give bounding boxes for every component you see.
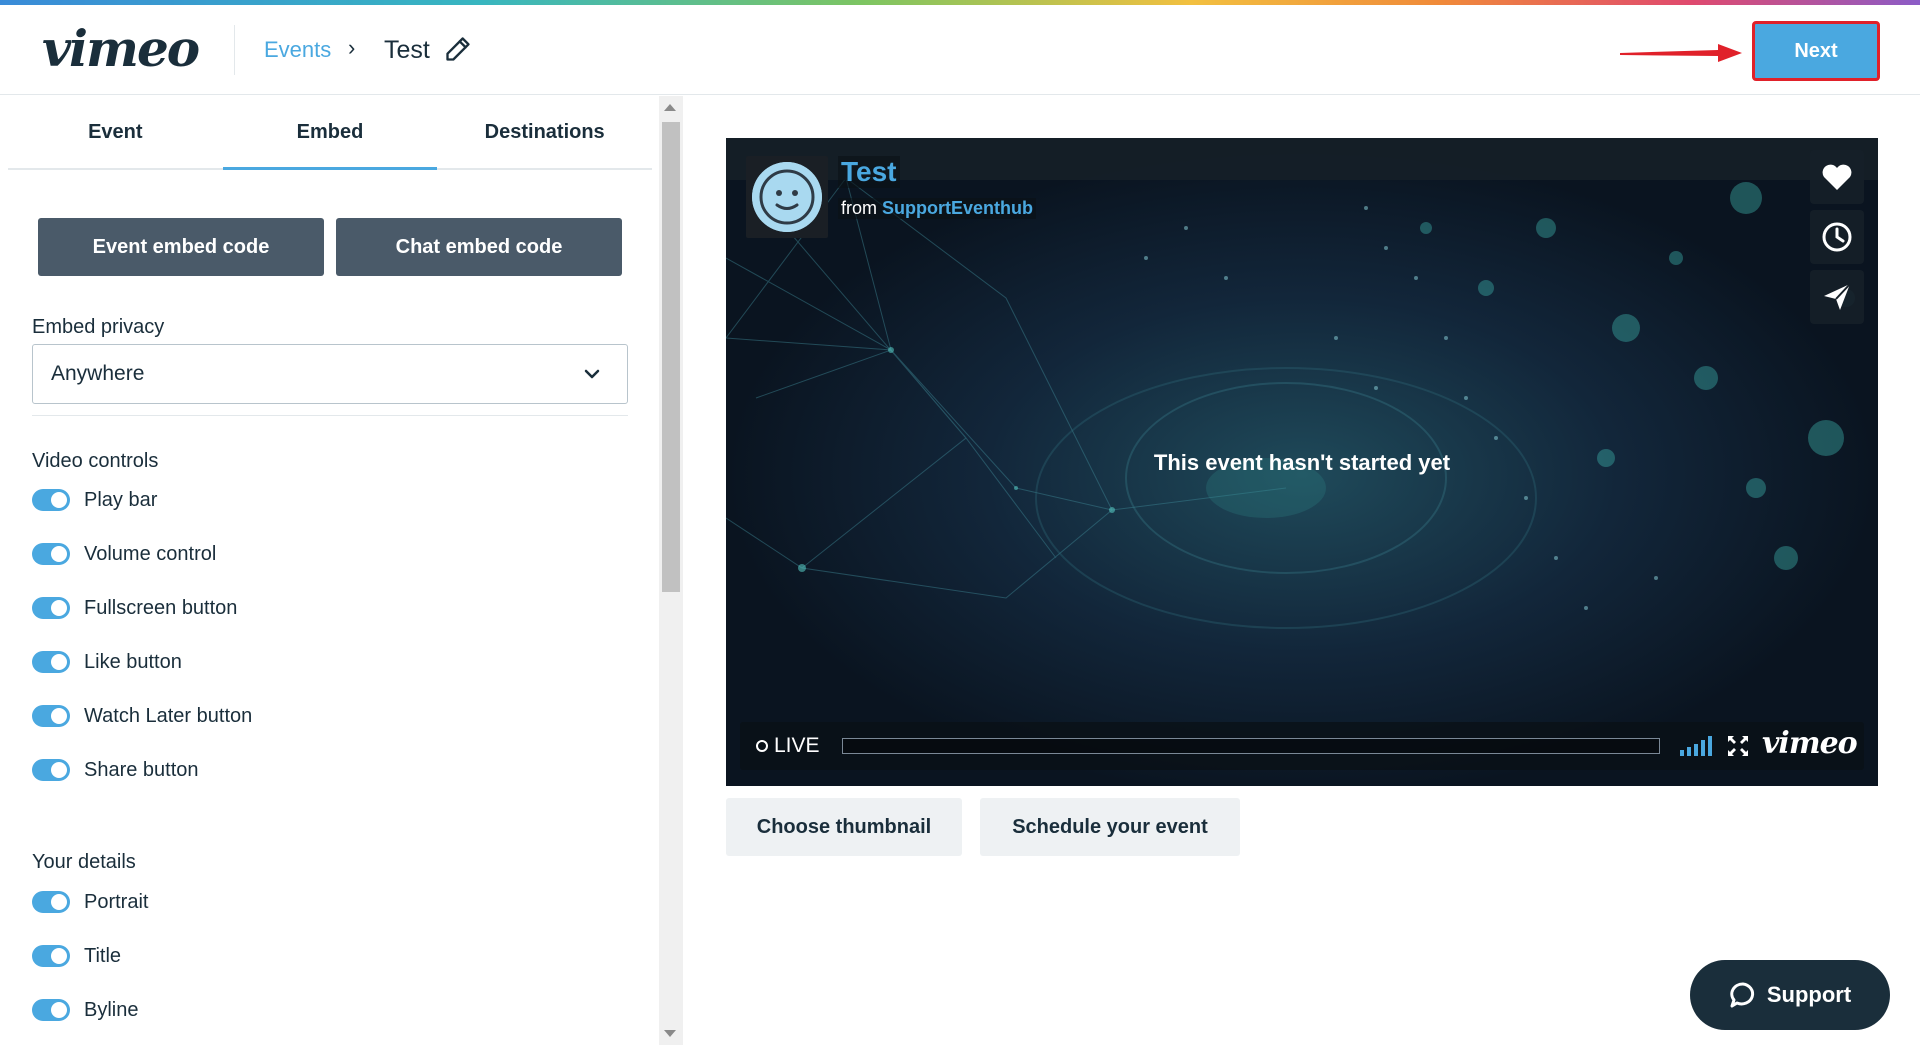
toggle-switch[interactable] — [32, 543, 70, 565]
live-dot-icon — [756, 740, 768, 752]
pencil-icon[interactable] — [444, 35, 472, 63]
toggle-portrait[interactable]: Portrait — [32, 887, 148, 917]
embed-privacy-label: Embed privacy — [32, 316, 165, 338]
chat-embed-code-button[interactable]: Chat embed code — [336, 218, 622, 276]
watch-later-button[interactable] — [1810, 210, 1864, 264]
share-button[interactable] — [1810, 270, 1864, 324]
toggle-switch[interactable] — [32, 891, 70, 913]
byline-user-link[interactable]: SupportEventhub — [882, 198, 1033, 218]
live-label: LIVE — [774, 734, 820, 757]
breadcrumb-chevron-icon: › — [348, 35, 356, 60]
tab-embed[interactable]: Embed — [222, 96, 438, 170]
toggle-switch[interactable] — [32, 705, 70, 727]
settings-tabs: Event Embed Destinations — [8, 96, 652, 170]
toggle-label: Watch Later button — [84, 704, 253, 727]
annotation-arrow-icon — [1620, 44, 1742, 62]
player-control-bar: LIVE vimeo — [740, 722, 1864, 770]
your-details-heading: Your details — [32, 851, 136, 873]
toggle-byline[interactable]: Byline — [32, 995, 138, 1025]
support-button[interactable]: Support — [1690, 960, 1890, 1030]
choose-thumbnail-button[interactable]: Choose thumbnail — [726, 798, 962, 856]
panel-scrollbar[interactable] — [659, 96, 683, 1045]
event-status-message: This event hasn't started yet — [1153, 450, 1451, 475]
toggle-label: Play bar — [84, 488, 158, 511]
send-icon — [1824, 283, 1851, 310]
settings-panel: Event Embed Destinations Event embed cod… — [0, 96, 660, 1045]
toggle-title[interactable]: Title — [32, 941, 121, 971]
chat-bubble-icon — [1730, 982, 1754, 1008]
toggle-switch[interactable] — [32, 945, 70, 967]
toggle-label: Fullscreen button — [84, 596, 238, 619]
toggle-label: Volume control — [84, 542, 217, 565]
section-divider — [32, 415, 628, 416]
embed-privacy-select[interactable]: Anywhere — [32, 344, 628, 404]
clock-icon — [1822, 222, 1852, 252]
breadcrumb-events-link[interactable]: Events — [264, 37, 331, 63]
embed-privacy-value: Anywhere — [51, 362, 145, 385]
scroll-thumb[interactable] — [662, 122, 680, 592]
tab-destinations[interactable]: Destinations — [437, 96, 652, 168]
breadcrumb-title: Test — [384, 36, 430, 64]
like-button[interactable] — [1810, 150, 1864, 204]
chevron-down-icon — [584, 369, 600, 379]
header-divider — [234, 25, 235, 75]
toggle-fullscreen-button[interactable]: Fullscreen button — [32, 593, 237, 623]
toggle-switch[interactable] — [32, 651, 70, 673]
toggle-play-bar[interactable]: Play bar — [32, 485, 157, 515]
toggle-share-button[interactable]: Share button — [32, 755, 199, 785]
video-player-preview[interactable]: Test from SupportEventhub This event has… — [726, 138, 1878, 786]
video-byline: from SupportEventhub — [838, 198, 1037, 219]
toggle-label: Portrait — [84, 890, 149, 913]
user-portrait[interactable] — [746, 156, 828, 238]
scroll-down-arrow-icon[interactable] — [664, 1030, 676, 1037]
toggle-watch-later-button[interactable]: Watch Later button — [32, 701, 252, 731]
next-button[interactable]: Next — [1752, 21, 1880, 81]
vimeo-logo[interactable]: vimeo — [42, 19, 200, 78]
volume-icon[interactable] — [1680, 736, 1716, 756]
fullscreen-icon[interactable] — [1728, 736, 1748, 756]
tab-event[interactable]: Event — [8, 96, 223, 168]
toggle-label: Like button — [84, 650, 182, 673]
schedule-event-button[interactable]: Schedule your event — [980, 798, 1240, 856]
toggle-like-button[interactable]: Like button — [32, 647, 182, 677]
toggle-switch[interactable] — [32, 597, 70, 619]
top-bar: vimeo Events › Test Next — [0, 5, 1920, 95]
toggle-switch[interactable] — [32, 489, 70, 511]
toggle-switch[interactable] — [32, 759, 70, 781]
support-label: Support — [1766, 982, 1852, 1007]
scroll-up-arrow-icon[interactable] — [664, 104, 676, 111]
byline-prefix: from — [841, 198, 877, 218]
toggle-volume-control[interactable]: Volume control — [32, 539, 216, 569]
player-vimeo-logo[interactable]: vimeo — [1762, 726, 1858, 761]
heart-icon — [1822, 164, 1852, 190]
event-embed-code-button[interactable]: Event embed code — [38, 218, 324, 276]
toggle-label: Share button — [84, 758, 199, 781]
play-bar[interactable] — [842, 738, 1660, 754]
toggle-switch[interactable] — [32, 999, 70, 1021]
video-title[interactable]: Test — [838, 156, 900, 188]
video-controls-heading: Video controls — [32, 450, 159, 472]
portrait-avatar-icon — [752, 162, 822, 232]
toggle-label: Byline — [84, 998, 139, 1021]
toggle-label: Title — [84, 944, 122, 967]
